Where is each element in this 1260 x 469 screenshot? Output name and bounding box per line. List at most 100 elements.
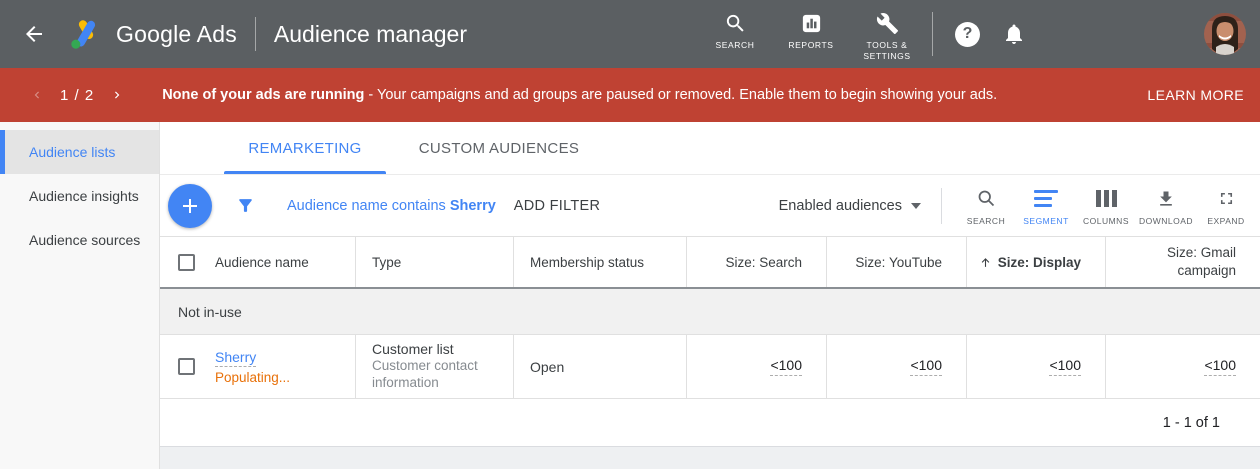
cell-size-search: <100: [686, 335, 826, 398]
back-arrow-icon[interactable]: [20, 20, 48, 48]
wrench-icon: [876, 12, 899, 35]
alert-next-icon[interactable]: [106, 84, 128, 106]
filter-funnel-icon[interactable]: [236, 196, 255, 215]
download-icon: [1156, 188, 1176, 210]
page-background: [160, 447, 1260, 469]
search-icon: [724, 12, 747, 35]
size-search-value[interactable]: <100: [770, 357, 802, 376]
alert-message: None of your ads are running - Your camp…: [162, 87, 997, 103]
table-row: Sherry Populating... Customer list Custo…: [160, 335, 1260, 399]
row-checkbox[interactable]: [178, 358, 195, 375]
cell-size-display: <100: [966, 335, 1105, 398]
segment-label: SEGMENT: [1023, 216, 1069, 226]
header-size-youtube-label: Size: YouTube: [855, 255, 942, 270]
header-type[interactable]: Type: [355, 237, 513, 287]
table-search-label: SEARCH: [967, 216, 1005, 226]
header-type-label: Type: [372, 255, 401, 270]
chevron-down-icon: [911, 203, 921, 209]
group-row-not-in-use: Not in-use: [160, 289, 1260, 335]
segment-button[interactable]: SEGMENT: [1016, 186, 1076, 226]
group-row-label: Not in-use: [178, 304, 242, 320]
columns-icon: [1096, 188, 1117, 210]
columns-button[interactable]: COLUMNS: [1076, 186, 1136, 226]
alert-message-rest: - Your campaigns and ad groups are pause…: [364, 87, 997, 103]
google-ads-logo[interactable]: [68, 18, 104, 50]
header-size-gmail-label: Size: Gmail campaign: [1140, 244, 1236, 279]
cell-type: Customer list Customer contact informati…: [355, 335, 513, 398]
notifications-button[interactable]: [1002, 22, 1026, 46]
tab-remarketing[interactable]: REMARKETING: [224, 122, 386, 174]
audience-view-dropdown[interactable]: Enabled audiences: [779, 198, 921, 214]
help-icon: ?: [963, 25, 973, 43]
table-header-row: Audience name Type Membership status Siz…: [160, 237, 1260, 289]
tools-settings-nav-button[interactable]: TOOLS & SETTINGS: [852, 6, 922, 62]
product-name: Google Ads: [116, 21, 237, 48]
view-dropdown-label: Enabled audiences: [779, 198, 902, 214]
alert-banner: 1 / 2 None of your ads are running - You…: [0, 68, 1260, 122]
expand-icon: [1217, 188, 1236, 210]
header-size-search[interactable]: Size: Search: [686, 237, 826, 287]
toolbar-separator: [941, 188, 942, 224]
sidebar-item-audience-lists[interactable]: Audience lists: [0, 130, 159, 174]
tab-custom-audiences[interactable]: CUSTOM AUDIENCES: [386, 122, 612, 174]
header-membership-label: Membership status: [530, 255, 644, 270]
filter-chip-prefix: Audience name contains: [287, 198, 450, 214]
sidebar: Audience lists Audience insights Audienc…: [0, 122, 160, 469]
tools-settings-nav-label: TOOLS & SETTINGS: [858, 40, 916, 62]
topbar-separator: [932, 12, 933, 56]
bell-icon: [1002, 22, 1026, 46]
header-membership-status[interactable]: Membership status: [513, 237, 686, 287]
columns-label: COLUMNS: [1083, 216, 1129, 226]
main-panel: REMARKETING CUSTOM AUDIENCES Audience na…: [160, 122, 1260, 469]
content: Audience lists Audience insights Audienc…: [0, 122, 1260, 469]
sidebar-item-audience-sources[interactable]: Audience sources: [0, 218, 159, 262]
size-gmail-value[interactable]: <100: [1204, 357, 1236, 376]
type-value: Customer list: [372, 341, 454, 357]
header-size-gmail[interactable]: Size: Gmail campaign: [1105, 237, 1260, 287]
header-size-youtube[interactable]: Size: YouTube: [826, 237, 966, 287]
avatar[interactable]: [1204, 13, 1246, 55]
top-app-bar: Google Ads Audience manager SEARCH REPOR…: [0, 0, 1260, 68]
header-size-display-label: Size: Display: [998, 255, 1081, 270]
active-filter-chip[interactable]: Audience name contains Sherry: [287, 198, 496, 214]
header-audience-name: Audience name: [160, 237, 355, 287]
size-display-value[interactable]: <100: [1049, 357, 1081, 376]
learn-more-button[interactable]: LEARN MORE: [1147, 87, 1244, 103]
sort-ascending-icon: [979, 256, 992, 269]
search-nav-button[interactable]: SEARCH: [700, 6, 770, 51]
header-audience-name-label[interactable]: Audience name: [215, 255, 309, 270]
table-pagination: 1 - 1 of 1: [160, 399, 1260, 447]
type-detail: Customer contact information: [372, 358, 494, 392]
tab-bar: REMARKETING CUSTOM AUDIENCES: [160, 122, 1260, 175]
help-button[interactable]: ?: [955, 22, 980, 47]
expand-button[interactable]: EXPAND: [1196, 186, 1256, 226]
cell-audience-name: Sherry Populating...: [160, 335, 355, 398]
alert-message-bold: None of your ads are running: [162, 87, 364, 103]
reports-icon: [800, 12, 823, 35]
plus-icon: [178, 194, 202, 218]
filter-toolbar: Audience name contains Sherry ADD FILTER…: [160, 175, 1260, 237]
add-audience-button[interactable]: [168, 184, 212, 228]
audience-name-link[interactable]: Sherry: [215, 349, 256, 367]
filter-chip-value: Sherry: [450, 198, 496, 214]
header-size-display[interactable]: Size: Display: [966, 237, 1105, 287]
membership-value: Open: [530, 359, 564, 375]
title-divider: [255, 17, 256, 51]
alert-prev-icon[interactable]: [26, 84, 48, 106]
cell-size-gmail: <100: [1105, 335, 1260, 398]
sidebar-item-audience-insights[interactable]: Audience insights: [0, 174, 159, 218]
search-icon: [976, 188, 997, 210]
select-all-checkbox[interactable]: [178, 254, 195, 271]
cell-size-youtube: <100: [826, 335, 966, 398]
add-filter-button[interactable]: ADD FILTER: [514, 198, 601, 214]
size-youtube-value[interactable]: <100: [910, 357, 942, 376]
header-size-search-label: Size: Search: [725, 255, 802, 270]
download-label: DOWNLOAD: [1139, 216, 1193, 226]
reports-nav-button[interactable]: REPORTS: [776, 6, 846, 51]
download-button[interactable]: DOWNLOAD: [1136, 186, 1196, 226]
cell-membership-status: Open: [513, 335, 686, 398]
table-search-button[interactable]: SEARCH: [956, 186, 1016, 226]
segment-icon: [1034, 188, 1058, 210]
topbar-nav: SEARCH REPORTS TOOLS & SETTINGS: [700, 6, 922, 62]
expand-label: EXPAND: [1207, 216, 1244, 226]
